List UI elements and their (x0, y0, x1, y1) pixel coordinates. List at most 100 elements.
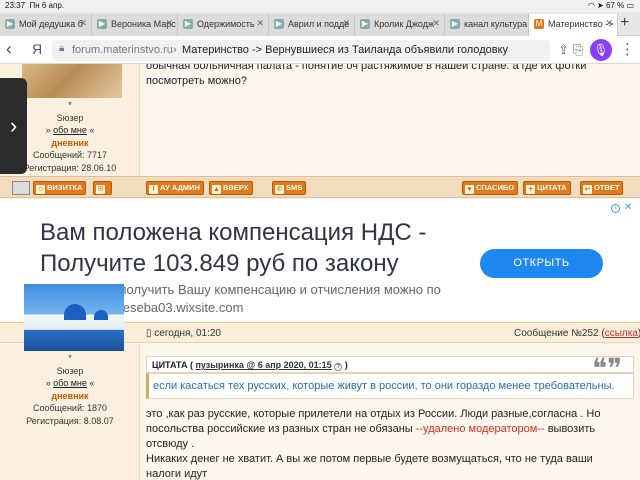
location-icon: ➤ (597, 1, 604, 10)
ad-close-icon[interactable]: ✕ (624, 202, 632, 213)
microphone-icon[interactable]: 🎙︎ (590, 39, 612, 61)
post2-number: Сообщение №252 (ссылка) (514, 328, 640, 339)
up-arrow-icon: ▲ (212, 185, 221, 194)
ad-headline[interactable]: Вам положена компенсация НДС - Получите … (40, 217, 470, 279)
post2-text-segment: вывозить (544, 423, 596, 435)
tab-favicon: ▶ (97, 19, 107, 29)
post2-user-info: * Sюзер » обо мне « дневник Сообщений: 1… (0, 352, 140, 427)
battery-percent: 67 % (605, 1, 625, 10)
quote-text: если касаться тех русских, которые живут… (146, 373, 634, 399)
back-arrow-icon[interactable]: ‹ (6, 39, 12, 59)
url-field[interactable]: 🔒︎ forum.materinstvo.ru › Материнство ->… (52, 40, 550, 61)
quote-label-end: ) (342, 360, 348, 370)
about-me-link[interactable]: обо мне (53, 378, 87, 388)
post1-text: обычная больничная палата - понятие оч р… (146, 64, 586, 89)
about-prefix: » (45, 125, 54, 135)
post2-text-line: отсвюду . (146, 438, 195, 450)
thanks-button[interactable]: ♥ СПАСИБО (462, 181, 519, 195)
post2-permalink[interactable]: ссылка (605, 328, 638, 339)
tab-5[interactable]: ▶ Кролик Джодж ✕ (355, 14, 445, 36)
post2-date-wrap: ▯ сегодня, 01:20 (146, 328, 221, 339)
thanks-label: СПАСИБО (476, 183, 515, 192)
reply-button[interactable]: ↩ ОТВЕТ (580, 181, 624, 195)
sidebar-toggle-handle[interactable]: › (0, 78, 27, 174)
tab-label: канал культура (464, 19, 528, 29)
ad-open-button[interactable]: ОТКРЫТЬ (480, 249, 603, 278)
tab-label: Мой дедушка б (19, 19, 83, 29)
quote-header: ЦИТАТА ( пузыринка @ 6 апр 2020, 01:15 ?… (146, 356, 634, 373)
tab-close-icon[interactable]: ✕ (79, 18, 87, 29)
about-line: » обо мне « (0, 377, 140, 390)
tab-favicon: М (534, 19, 544, 29)
avatar-dome-small (94, 310, 108, 320)
quote-button[interactable]: + ЦИТАТА (523, 181, 571, 195)
moderator-removed-text: --удалено модератором-- (415, 423, 545, 435)
scroll-top-button[interactable]: ▲ ВВЕРХ (209, 181, 253, 195)
sms-label: SMS (286, 183, 303, 192)
address-bar: ‹ Я 🔒︎ forum.materinstvo.ru › Материнств… (0, 36, 640, 64)
about-me-link[interactable]: обо мне (53, 125, 87, 135)
user-registration-date: Регистрация: 8.08.07 (26, 415, 114, 426)
ad-info-icon[interactable]: i (611, 204, 620, 213)
tab-4[interactable]: ▶ Аврил и подде ✕ (269, 14, 355, 36)
tab-close-icon[interactable]: ✕ (165, 18, 173, 29)
tab-1[interactable]: ▶ Мой дедушка б ✕ (0, 14, 92, 36)
tab-close-icon[interactable]: ✕ (256, 18, 264, 29)
post2-text-segment: посольства российские из разных стран не… (146, 423, 416, 435)
user-rank-star: * (68, 353, 72, 363)
tab-label: Одержимость (197, 19, 255, 29)
scroll-top-label: ВВЕРХ (223, 183, 249, 192)
bookmark-icon[interactable]: ⎘ (573, 42, 583, 58)
tab-3[interactable]: ▶ Одержимость ✕ (178, 14, 269, 36)
tab-favicon: ▶ (450, 19, 460, 29)
tab-close-icon[interactable]: ✕ (432, 18, 440, 29)
new-tab-plus-icon[interactable]: + (620, 14, 629, 32)
menu-icon[interactable]: ⋮ (620, 40, 635, 58)
post1-text-line: посмотреть можно? (146, 75, 247, 87)
yandex-logo[interactable]: Я (32, 41, 42, 57)
post2-avatar[interactable] (24, 284, 124, 351)
about-prefix: » (45, 378, 54, 388)
tab-close-icon[interactable]: ✕ (605, 18, 613, 29)
battery-icon: ▭ (626, 1, 634, 10)
forum-content: * Sюзер » обо мне « дневник Сообщений: 7… (0, 64, 640, 480)
sms-button[interactable]: ✆ SMS (272, 181, 307, 195)
about-suffix: « (86, 378, 95, 388)
quote-label-text: ЦИТАТА ( (152, 360, 196, 370)
tab-label: Аврил и подде (288, 19, 350, 29)
vizitka-label: ВИЗИТКА (47, 183, 83, 192)
tab-close-icon[interactable]: ✕ (342, 18, 350, 29)
page-title: Материнство -> Вернувшиеся из Таиланда о… (182, 44, 509, 56)
post2-text-line: налоги идут (146, 468, 208, 480)
post1-text-line: обычная больничная палата - понятие оч р… (146, 64, 587, 72)
quote-source-link[interactable]: пузыринка @ 6 апр 2020, 01:15 (195, 360, 331, 370)
tab-favicon: ▶ (274, 19, 284, 29)
tab-label: Кролик Джодж (374, 19, 434, 29)
post1-avatar[interactable] (22, 64, 122, 98)
post2-number-text: Сообщение №252 ( (514, 328, 605, 339)
quote-label: ЦИТАТА (537, 183, 567, 192)
post2-text: это ,как раз русские, которые прилетели … (146, 407, 600, 480)
quote-info-icon[interactable]: ? (334, 363, 343, 371)
vizitka-icon: ☺ (36, 185, 45, 194)
profile-card-icon[interactable] (12, 181, 30, 195)
tab-7-active[interactable]: М Материнство -> ✕ (529, 14, 618, 37)
diary-link[interactable]: дневник (0, 390, 140, 403)
tab-6[interactable]: ▶ канал культура (445, 14, 529, 36)
tab-favicon: ▶ (5, 19, 15, 29)
share-icon[interactable]: ⇪ (558, 42, 569, 58)
envelope-icon: ✉ (96, 185, 105, 194)
post1-action-bar: ☺ ВИЗИТКА ✉ ! АУ АДМИН ▲ ВВЕРХ ✆ SMS ♥ СПАСИБ… (0, 176, 640, 198)
reply-label: ОТВЕТ (594, 183, 620, 192)
status-date: Пн 6 апр. (29, 1, 64, 10)
avatar-dome (64, 304, 86, 320)
thanks-icon: ♥ (465, 185, 474, 194)
quote-icon: + (526, 185, 535, 194)
tab-label: Материнство -> (548, 19, 614, 29)
au-admin-button[interactable]: ! АУ АДМИН (146, 181, 204, 195)
tab-favicon: ▶ (360, 19, 370, 29)
status-time-date: 23:37 Пн 6 апр. (5, 1, 64, 10)
tab-2[interactable]: ▶ Вероника Марс ✕ (92, 14, 178, 36)
vizitka-button[interactable]: ☺ ВИЗИТКА (33, 181, 87, 195)
pm-button[interactable]: ✉ (93, 181, 112, 195)
